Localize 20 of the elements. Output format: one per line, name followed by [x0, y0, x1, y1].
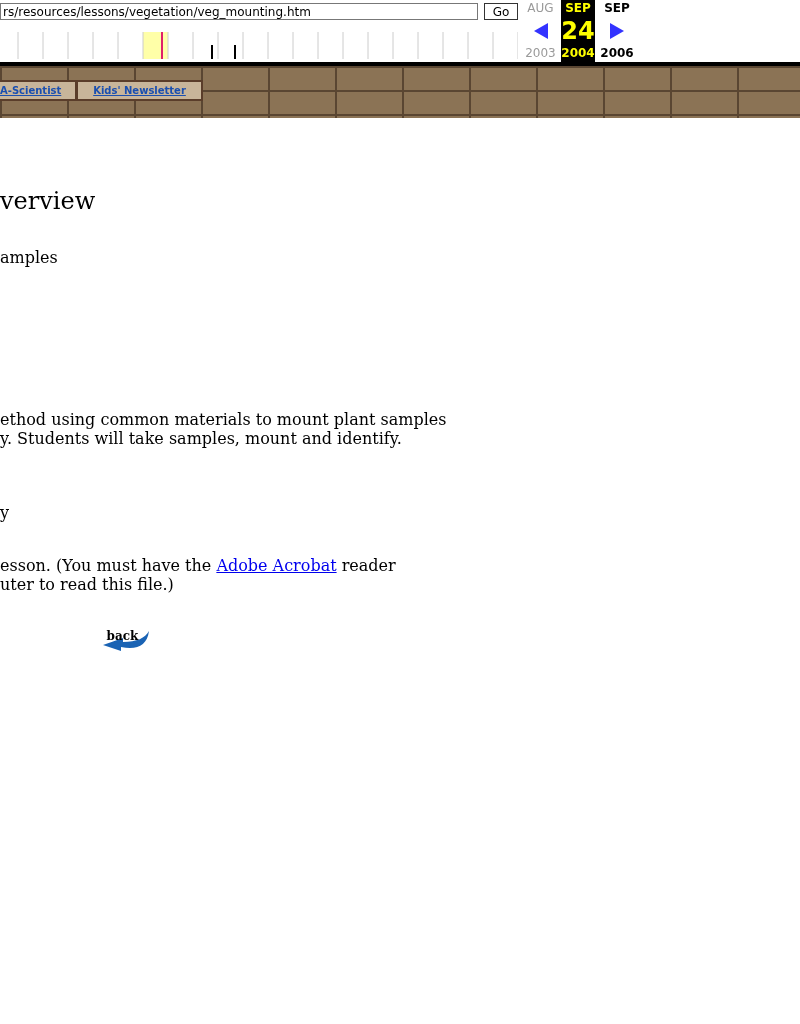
year-label: 2004: [561, 46, 595, 60]
month-label: SEP: [604, 1, 630, 15]
description-paragraph: ethod using common materials to mount plant samples y. Students will take samples, mount and identify.: [0, 410, 448, 448]
next-arrow-icon[interactable]: [610, 22, 624, 39]
text-fragment: y: [0, 503, 11, 522]
calendar-column[interactable]: SEP 2006: [595, 0, 639, 62]
download-note: esson. (You must have the Adobe Acrobat reader uter to read this file.): [0, 556, 397, 594]
url-field[interactable]: rs/resources/lessons/vegetation/veg_mounting.htm: [0, 3, 478, 20]
back-link[interactable]: back: [103, 630, 150, 652]
subtitle-text: amples: [0, 248, 59, 267]
acrobat-link[interactable]: Adobe Acrobat: [216, 556, 337, 575]
year-label: 2003: [525, 46, 556, 60]
month-label: SEP: [565, 1, 591, 15]
month-label: AUG: [527, 1, 554, 15]
go-button[interactable]: Go: [484, 3, 518, 20]
day-label: 24: [561, 18, 595, 43]
nav-tab[interactable]: A-Scientist: [0, 80, 77, 101]
year-label: 2006: [600, 46, 634, 60]
page-heading: verview: [0, 186, 97, 216]
nav-tab[interactable]: Kids' Newsletter: [76, 80, 203, 101]
